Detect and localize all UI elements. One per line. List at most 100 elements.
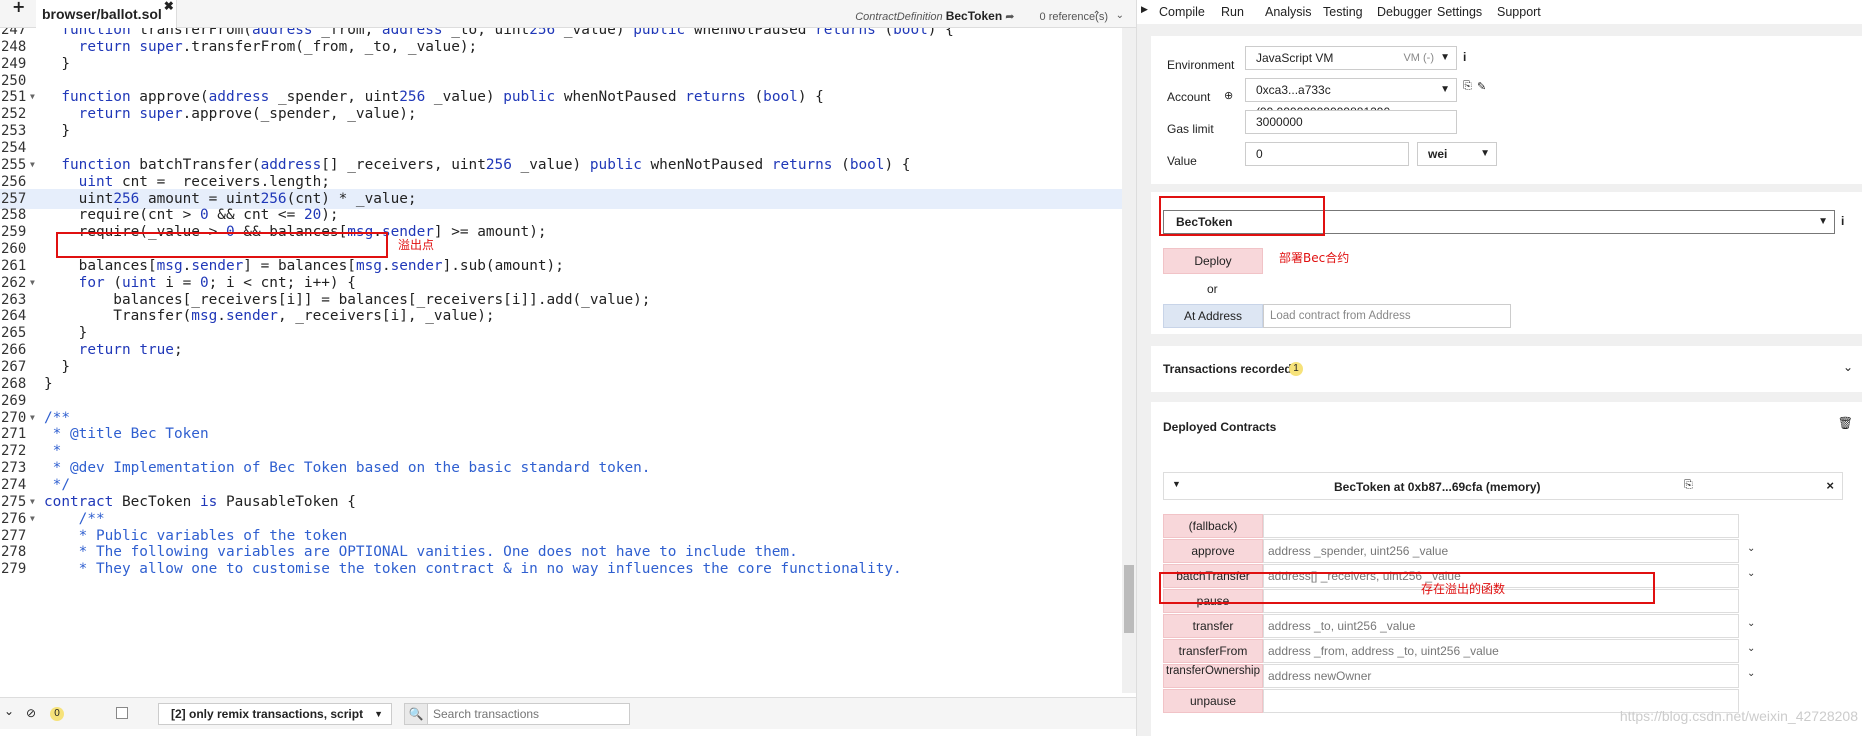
function-button[interactable]: transferFrom [1163,639,1263,663]
copy-address-icon[interactable]: ⎘ [1463,80,1472,93]
at-address-button[interactable]: At Address [1163,304,1263,328]
collapse-panel-icon[interactable]: ▶ [1141,4,1148,15]
value-label: Value [1167,154,1197,168]
transactions-recorded-section[interactable]: Transactions recorded: 1 ⌄ [1151,346,1862,392]
gas-limit-value: 3000000 [1256,115,1303,129]
copy-address-icon[interactable]: ⎘ [1684,479,1693,492]
context-name: BecToken [945,9,1003,23]
chevron-down-icon: ▼ [1818,216,1828,227]
unit-value: wei [1428,147,1448,161]
chevron-down-icon: ▼ [1437,79,1450,101]
search-transactions: 🔍 [404,703,630,725]
at-address-input[interactable]: Load contract from Address [1263,304,1511,328]
function-args-input[interactable]: address _from, address _to, uint256 _val… [1263,639,1739,663]
search-transactions-input[interactable] [433,706,623,722]
contract-info-icon[interactable]: i [1841,214,1844,228]
tab-debugger[interactable]: Debugger [1377,5,1432,19]
chevron-down-icon: ▼ [374,709,383,719]
function-args-input[interactable] [1263,514,1739,538]
environment-value: JavaScript VM [1256,51,1334,65]
collapse-terminal-icon[interactable]: ⌄ [4,704,14,718]
editor-pane: + browser/ballot.sol ✖ ContractDefinitio… [0,0,1136,736]
function-button[interactable]: unpause [1163,689,1263,713]
context-kind: ContractDefinition [855,11,943,23]
deploy-note: 部署Bec合约 [1279,251,1350,265]
function-button[interactable]: transferOwnership [1163,664,1263,688]
tab-settings[interactable]: Settings [1437,5,1482,19]
chevron-down-icon[interactable]: ⌄ [1747,568,1755,579]
account-select[interactable]: 0xca3...a733c (99.99999999999881290 ▼ [1245,78,1457,119]
close-tab-icon[interactable]: ✖ [164,0,174,20]
context-bar: ContractDefinition BecToken ➦ 0 referenc… [855,0,1124,28]
unit-select[interactable]: wei ▼ [1417,142,1497,166]
terminal-bar: ⌄ ⊘ 0 [2] only remix transactions, scrip… [0,697,1136,729]
code-text: * They allow one to customise the token … [44,561,902,578]
value-value: 0 [1256,147,1263,161]
code-editor[interactable]: 247 function transferFrom(address _from,… [0,28,1122,693]
tab-support[interactable]: Support [1497,5,1541,19]
deployed-contracts-title: Deployed Contracts [1163,420,1277,434]
line-number[interactable]: 279 [0,559,34,579]
transaction-filter-value: [2] only remix transactions, script [171,707,364,721]
deployed-contracts-section: Deployed Contracts 🗑 ▼ BecToken at 0xb87… [1151,402,1862,736]
overflow-highlight-box [56,232,388,258]
trash-icon[interactable]: 🗑 [1838,416,1853,430]
add-account-icon[interactable]: ⊕ [1224,89,1233,102]
environment-info-icon[interactable]: i [1463,50,1466,64]
overflow-function-note: 存在溢出的函数 [1421,582,1506,596]
edit-icon[interactable]: ✎ [1477,80,1486,93]
environment-select[interactable]: JavaScript VM VM (-) ▼ [1245,46,1457,70]
new-file-button[interactable]: + [12,0,25,15]
account-label: Account [1167,90,1211,104]
overflow-function-highlight [1159,572,1655,604]
transactions-count-badge: 1 [1289,362,1303,376]
run-panel: ▶ Compile Run Analysis Testing Debugger Setti… [1136,0,1862,736]
at-address-placeholder: Load contract from Address [1270,310,1411,322]
file-tab[interactable]: browser/ballot.sol ✖ [36,0,177,28]
file-tab-label: browser/ballot.sol [42,6,162,22]
close-instance-icon[interactable]: × [1826,478,1834,493]
tab-run[interactable]: Run [1221,5,1244,19]
function-args-input[interactable]: address _to, uint256 _value [1263,614,1739,638]
contract-instance-header[interactable]: ▼ BecToken at 0xb87...69cfa (memory) ⎘ × [1163,472,1843,500]
function-button[interactable]: (fallback) [1163,514,1263,538]
function-args-input[interactable]: address newOwner [1263,664,1739,688]
function-args-input[interactable]: address _spender, uint256 _value [1263,539,1739,563]
tab-testing[interactable]: Testing [1323,5,1363,19]
chevron-down-icon: ▼ [1440,52,1450,63]
goto-definition-icon[interactable]: ➦ [1005,11,1014,23]
code-line[interactable]: 279 * They allow one to customise the to… [0,559,1122,579]
value-input[interactable]: 0 [1245,142,1409,166]
transactions-recorded-label: Transactions recorded: [1163,362,1296,376]
file-tab-bar: + browser/ballot.sol ✖ ContractDefinitio… [0,0,1136,28]
transaction-filter-select[interactable]: [2] only remix transactions, script ▼ [158,703,392,725]
pending-tx-count: 0 [50,707,64,721]
tab-compile[interactable]: Compile [1159,5,1205,19]
deploy-button[interactable]: Deploy [1163,248,1263,274]
listen-checkbox[interactable] [116,707,128,719]
collapse-instance-icon[interactable]: ▼ [1172,479,1181,489]
search-icon: 🔍 [404,703,428,725]
tab-analysis[interactable]: Analysis [1265,5,1312,19]
chevron-down-icon[interactable]: ⌄ [1747,618,1755,629]
right-tab-bar: ▶ Compile Run Analysis Testing Debugger Setti… [1137,0,1862,24]
clear-console-icon[interactable]: ⊘ [26,706,36,720]
contract-section: BecToken ▼ i Deploy 部署Bec合约 or At Addres… [1151,192,1862,334]
function-button[interactable]: approve [1163,539,1263,563]
editor-scrollbar-thumb[interactable] [1124,565,1134,633]
contract-instance-title: BecToken at 0xb87...69cfa (memory) [1334,480,1541,494]
overflow-point-note: 溢出点 [398,238,435,252]
or-label: or [1207,282,1218,296]
chevron-down-icon[interactable]: ⌄ [1747,643,1755,654]
environment-label: Environment [1167,58,1235,72]
chevron-down-icon[interactable]: ⌄ [1747,543,1755,554]
vm-badge: VM (-) [1403,52,1434,64]
gas-limit-input[interactable]: 3000000 [1245,110,1457,134]
chevron-down-icon: ▼ [1480,148,1490,159]
chevron-down-icon[interactable]: ⌄ [1747,668,1755,679]
contract-select-highlight [1159,196,1325,236]
function-button[interactable]: transfer [1163,614,1263,638]
environment-section: Environment JavaScript VM VM (-) ▼ i Acc… [1151,36,1862,184]
watermark: https://blog.csdn.net/weixin_42728208 [1619,708,1858,724]
chevron-down-icon[interactable]: ⌄ [1843,360,1853,374]
